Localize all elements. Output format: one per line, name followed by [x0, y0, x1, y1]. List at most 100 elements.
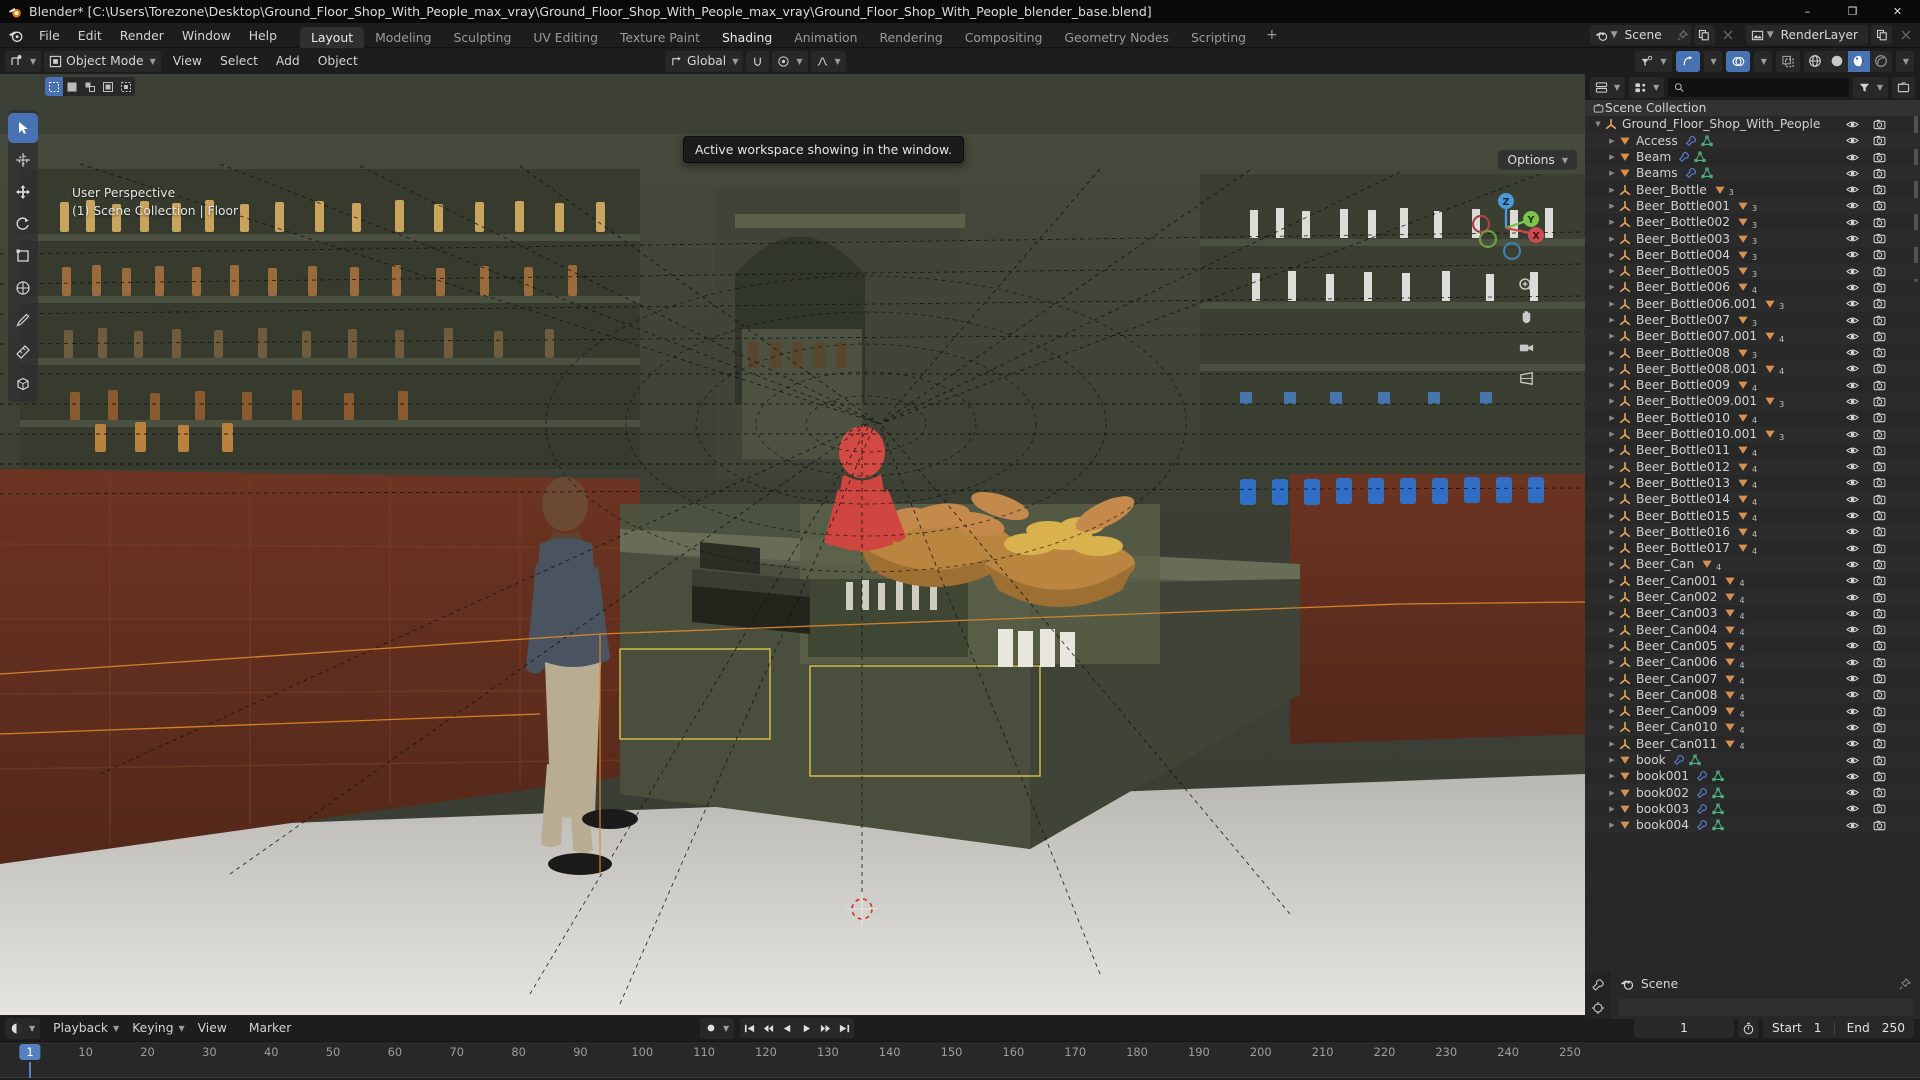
modifier-wrench-icon[interactable]	[1673, 754, 1685, 766]
disable-in-renders-icon[interactable]	[1873, 151, 1886, 164]
jump-to-start-button[interactable]	[740, 1018, 759, 1038]
disclosure-triangle-icon[interactable]: ▶	[1605, 740, 1619, 748]
disable-in-renders-icon[interactable]	[1873, 802, 1886, 815]
tool-add-cube[interactable]	[8, 369, 38, 399]
disable-in-renders-icon[interactable]	[1873, 379, 1886, 392]
outliner-item-row[interactable]: ▶ Beer_Can010 4	[1585, 719, 1920, 736]
hide-in-viewport-icon[interactable]	[1846, 379, 1859, 392]
disclosure-triangle-icon[interactable]: ▶	[1605, 675, 1619, 683]
workspace-tab-uv-editing[interactable]: UV Editing	[522, 27, 609, 48]
tool-measure[interactable]	[8, 337, 38, 367]
mesh-data-icon[interactable]	[1712, 803, 1724, 815]
outliner-item-row[interactable]: ▶ Beer_Bottle009.001 3	[1585, 393, 1920, 410]
hide-in-viewport-icon[interactable]	[1846, 786, 1859, 799]
hide-in-viewport-icon[interactable]	[1846, 362, 1859, 375]
disable-in-renders-icon[interactable]	[1873, 232, 1886, 245]
hide-in-viewport-icon[interactable]	[1846, 525, 1859, 538]
select-subtract-button[interactable]	[99, 77, 117, 96]
workspace-tab-layout[interactable]: Layout	[299, 26, 365, 48]
timeline-keying-menu[interactable]: Keying	[123, 1018, 182, 1039]
outliner-item-row[interactable]: ▶ Beer_Bottle006 4	[1585, 279, 1920, 295]
outliner-item-row[interactable]: ▶ Beer_Can006 4	[1585, 654, 1920, 671]
overlay-options-dropdown[interactable]: ▼	[1753, 50, 1772, 72]
mesh-data-icon[interactable]	[1724, 689, 1736, 701]
outliner-item-row[interactable]: ▶ Beer_Can007 4	[1585, 670, 1920, 686]
disclosure-triangle-icon[interactable]: ▶	[1605, 593, 1619, 601]
outliner-item-row[interactable]: ▶ Beer_Bottle017 4	[1585, 540, 1920, 556]
viewport-options-button[interactable]: Options ▼	[1498, 150, 1577, 170]
disclosure-triangle-icon[interactable]: ▶	[1605, 202, 1619, 210]
hide-in-viewport-icon[interactable]	[1846, 460, 1859, 473]
disable-in-renders-icon[interactable]	[1873, 623, 1886, 636]
close-button[interactable]: ✕	[1875, 0, 1920, 23]
disable-in-renders-icon[interactable]	[1873, 118, 1886, 131]
tool-move[interactable]	[8, 177, 38, 207]
outliner-item-row[interactable]: ▶ book002	[1585, 784, 1920, 801]
disclosure-triangle-icon[interactable]: ▶	[1605, 479, 1619, 487]
hide-in-viewport-icon[interactable]	[1846, 281, 1859, 294]
menu-file[interactable]: File	[30, 23, 69, 48]
start-frame-value[interactable]: 1	[1814, 1021, 1822, 1035]
disclosure-triangle-icon[interactable]: ▶	[1605, 544, 1619, 552]
viewport-toolbar[interactable]	[8, 110, 38, 402]
hide-in-viewport-icon[interactable]	[1846, 314, 1859, 327]
disclosure-triangle-icon[interactable]: ▶	[1605, 789, 1619, 797]
viewport-menu-view[interactable]: View	[164, 51, 211, 72]
disclosure-triangle-icon[interactable]: ▶	[1605, 821, 1619, 829]
disable-in-renders-icon[interactable]	[1873, 476, 1886, 489]
modifier-wrench-icon[interactable]	[1685, 135, 1697, 147]
hide-in-viewport-icon[interactable]	[1846, 509, 1859, 522]
timeline-ruler[interactable]: 10 20 30 40 50 60 70 80 90 100 110 120 130 140 150 160 1…	[0, 1041, 1920, 1079]
disclosure-triangle-icon[interactable]: ▶	[1605, 756, 1619, 764]
outliner-item-row[interactable]: ▶ book003	[1585, 801, 1920, 817]
mesh-data-icon[interactable]	[1724, 673, 1736, 685]
mesh-data-icon[interactable]	[1712, 819, 1724, 831]
disclosure-triangle-icon[interactable]: ▶	[1605, 707, 1619, 715]
mesh-data-icon[interactable]	[1714, 184, 1726, 196]
disable-in-renders-icon[interactable]	[1873, 395, 1886, 408]
menu-edit[interactable]: Edit	[69, 23, 111, 48]
disable-in-renders-icon[interactable]	[1873, 721, 1886, 734]
viewport-menu-add[interactable]: Add	[267, 51, 309, 72]
pin-icon[interactable]	[1899, 978, 1911, 990]
pan-hand-icon[interactable]	[1515, 305, 1537, 327]
hide-in-viewport-icon[interactable]	[1846, 134, 1859, 147]
disclosure-triangle-icon[interactable]: ▶	[1605, 349, 1619, 357]
outliner-root-collection-row[interactable]: ▼ Ground_Floor_Shop_With_People	[1585, 116, 1920, 132]
hide-in-viewport-icon[interactable]	[1846, 428, 1859, 441]
mesh-data-icon[interactable]	[1689, 754, 1701, 766]
3d-viewport[interactable]: User Perspective (1) Scene Collection | …	[0, 74, 1585, 1015]
outliner-item-row[interactable]: ▶ Beer_Bottle016 4	[1585, 523, 1920, 541]
disclosure-triangle-icon[interactable]: ▶	[1605, 316, 1619, 324]
hide-in-viewport-icon[interactable]	[1846, 476, 1859, 489]
blender-menu-icon[interactable]	[0, 28, 30, 43]
xray-toggle[interactable]	[1775, 50, 1800, 72]
mesh-data-icon[interactable]	[1737, 493, 1749, 505]
disable-in-renders-icon[interactable]	[1873, 525, 1886, 538]
hide-in-viewport-icon[interactable]	[1846, 542, 1859, 555]
delete-scene-button[interactable]	[1718, 25, 1739, 45]
mesh-data-icon[interactable]	[1737, 444, 1749, 456]
mesh-data-icon[interactable]	[1737, 265, 1749, 277]
outliner-item-row[interactable]: ▶ Beer_Bottle007.001 4	[1585, 328, 1920, 345]
viewport-menu-object[interactable]: Object	[309, 51, 367, 72]
disclosure-triangle-icon[interactable]: ▶	[1605, 251, 1619, 259]
transport-controls[interactable]	[740, 1018, 855, 1038]
mesh-data-icon[interactable]	[1737, 347, 1749, 359]
tweak-select-button[interactable]	[45, 77, 63, 96]
add-workspace-button[interactable]: +	[1257, 25, 1287, 46]
outliner-item-row[interactable]: ▶ Beam	[1585, 149, 1920, 165]
mesh-data-icon[interactable]	[1724, 738, 1736, 750]
pin-icon[interactable]	[1672, 29, 1691, 41]
properties-tool-tab-icon[interactable]	[1591, 978, 1605, 992]
hide-in-viewport-icon[interactable]	[1846, 248, 1859, 261]
mesh-data-icon[interactable]	[1737, 510, 1749, 522]
hide-in-viewport-icon[interactable]	[1846, 216, 1859, 229]
hide-in-viewport-icon[interactable]	[1846, 770, 1859, 783]
outliner-display-mode-selector[interactable]: ▼	[1629, 76, 1665, 98]
disable-in-renders-icon[interactable]	[1873, 786, 1886, 799]
hide-in-viewport-icon[interactable]	[1846, 737, 1859, 750]
disable-in-renders-icon[interactable]	[1873, 297, 1886, 310]
tool-select-box[interactable]	[8, 113, 38, 143]
hide-in-viewport-icon[interactable]	[1846, 151, 1859, 164]
